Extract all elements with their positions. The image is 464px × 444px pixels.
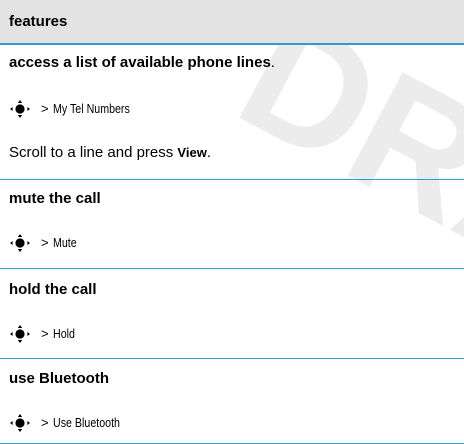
feature-title: access a list of available phone lines. xyxy=(9,54,275,71)
menu-command: Mute xyxy=(52,235,77,250)
nav-key-icon xyxy=(9,99,31,118)
path-separator: > xyxy=(41,415,49,430)
feature-title: mute the call xyxy=(9,190,101,207)
section-divider xyxy=(0,358,464,359)
nav-key-icon xyxy=(9,233,31,252)
path-separator: > xyxy=(41,235,49,250)
nav-key-icon xyxy=(9,413,31,432)
header-divider xyxy=(0,43,464,45)
section-divider xyxy=(0,268,464,269)
instruction-text: Scroll to a line and press View. xyxy=(9,144,211,161)
menu-command: Use Bluetooth xyxy=(52,415,120,430)
menu-command: My Tel Numbers xyxy=(52,101,130,116)
menu-path: > My Tel Numbers xyxy=(0,99,464,119)
section-divider xyxy=(0,179,464,180)
path-separator: > xyxy=(41,326,49,341)
menu-path: > Use Bluetooth xyxy=(0,413,464,433)
header-label: features xyxy=(9,13,68,30)
path-separator: > xyxy=(41,101,49,116)
view-key-label: View xyxy=(177,145,207,160)
features-table: features access a list of available phon… xyxy=(0,0,464,444)
menu-command: Hold xyxy=(52,326,75,341)
nav-key-icon xyxy=(9,324,31,343)
table-header: features xyxy=(0,0,464,44)
feature-title: use Bluetooth xyxy=(9,370,109,387)
menu-path: > Hold xyxy=(0,324,464,344)
feature-title: hold the call xyxy=(9,281,97,298)
menu-path: > Mute xyxy=(0,233,464,253)
